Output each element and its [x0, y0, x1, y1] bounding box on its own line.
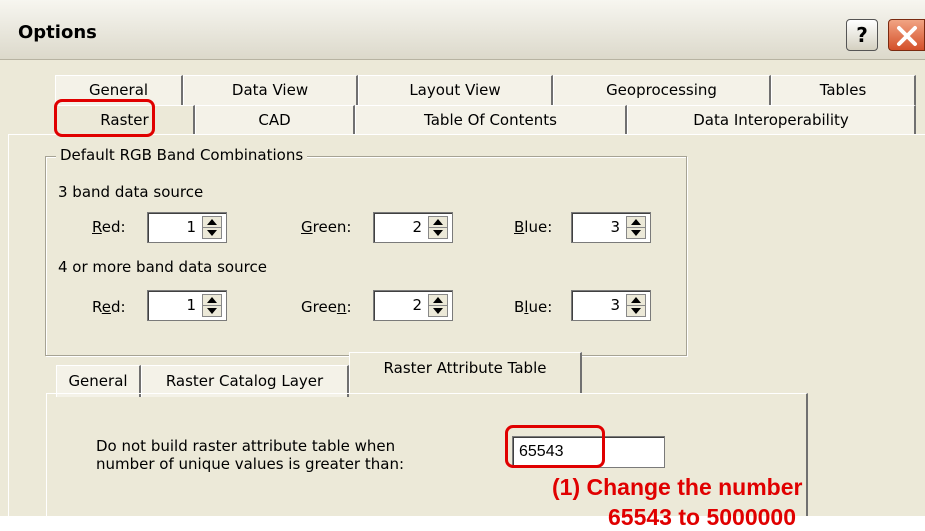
spin-arrows-icon[interactable] [428, 216, 448, 239]
four-band-green-spinner[interactable]: 2 [373, 290, 453, 321]
tab-data-interoperability[interactable]: Data Interoperability [627, 105, 916, 135]
three-band-blue-label: Blue: [514, 218, 553, 236]
close-button[interactable] [888, 19, 925, 51]
four-band-green-label: Green: [301, 298, 352, 316]
spin-arrows-icon[interactable] [626, 294, 646, 317]
three-band-green-spinner[interactable]: 2 [373, 212, 453, 243]
tab-geoprocessing[interactable]: Geoprocessing [553, 75, 771, 105]
four-band-blue-spinner[interactable]: 3 [571, 290, 651, 321]
tab-cad[interactable]: CAD [195, 105, 355, 135]
tab-table-of-contents[interactable]: Table Of Contents [355, 105, 627, 135]
annotation-step-1-detail: 65543 to 5000000 [608, 504, 796, 530]
tab-layout-view[interactable]: Layout View [358, 75, 553, 105]
spin-arrows-icon[interactable] [428, 294, 448, 317]
tab-tables[interactable]: Tables [771, 75, 916, 105]
options-dialog: Options ? General Data View Layout View … [0, 0, 925, 530]
annotation-step-1: (1) Change the number [552, 474, 803, 500]
title-bar [0, 0, 925, 60]
close-icon [897, 26, 917, 46]
four-band-label: 4 or more band data source [58, 258, 267, 276]
threshold-input-highlight [505, 425, 605, 468]
four-band-red-spinner[interactable]: 1 [147, 290, 227, 321]
four-band-red-label: Red: [92, 298, 126, 316]
three-band-blue-spinner[interactable]: 3 [571, 212, 651, 243]
spin-arrows-icon[interactable] [202, 294, 222, 317]
subtab-raster-attribute-table[interactable]: Raster Attribute Table [349, 352, 582, 394]
help-button[interactable]: ? [846, 19, 878, 51]
four-band-blue-label: Blue: [514, 298, 553, 316]
threshold-description-line2: number of unique values is greater than: [96, 455, 405, 473]
spin-arrows-icon[interactable] [202, 216, 222, 239]
three-band-label: 3 band data source [58, 183, 204, 201]
threshold-description-line1: Do not build raster attribute table when [96, 437, 396, 455]
rgb-group-legend: Default RGB Band Combinations [56, 146, 308, 164]
three-band-green-label: Green: [301, 218, 352, 236]
raster-tab-highlight [54, 99, 155, 137]
three-band-red-label: Red: [92, 218, 126, 236]
tab-data-view[interactable]: Data View [183, 75, 358, 105]
spin-arrows-icon[interactable] [626, 216, 646, 239]
window-title: Options [18, 22, 97, 43]
three-band-red-spinner[interactable]: 1 [147, 212, 227, 243]
